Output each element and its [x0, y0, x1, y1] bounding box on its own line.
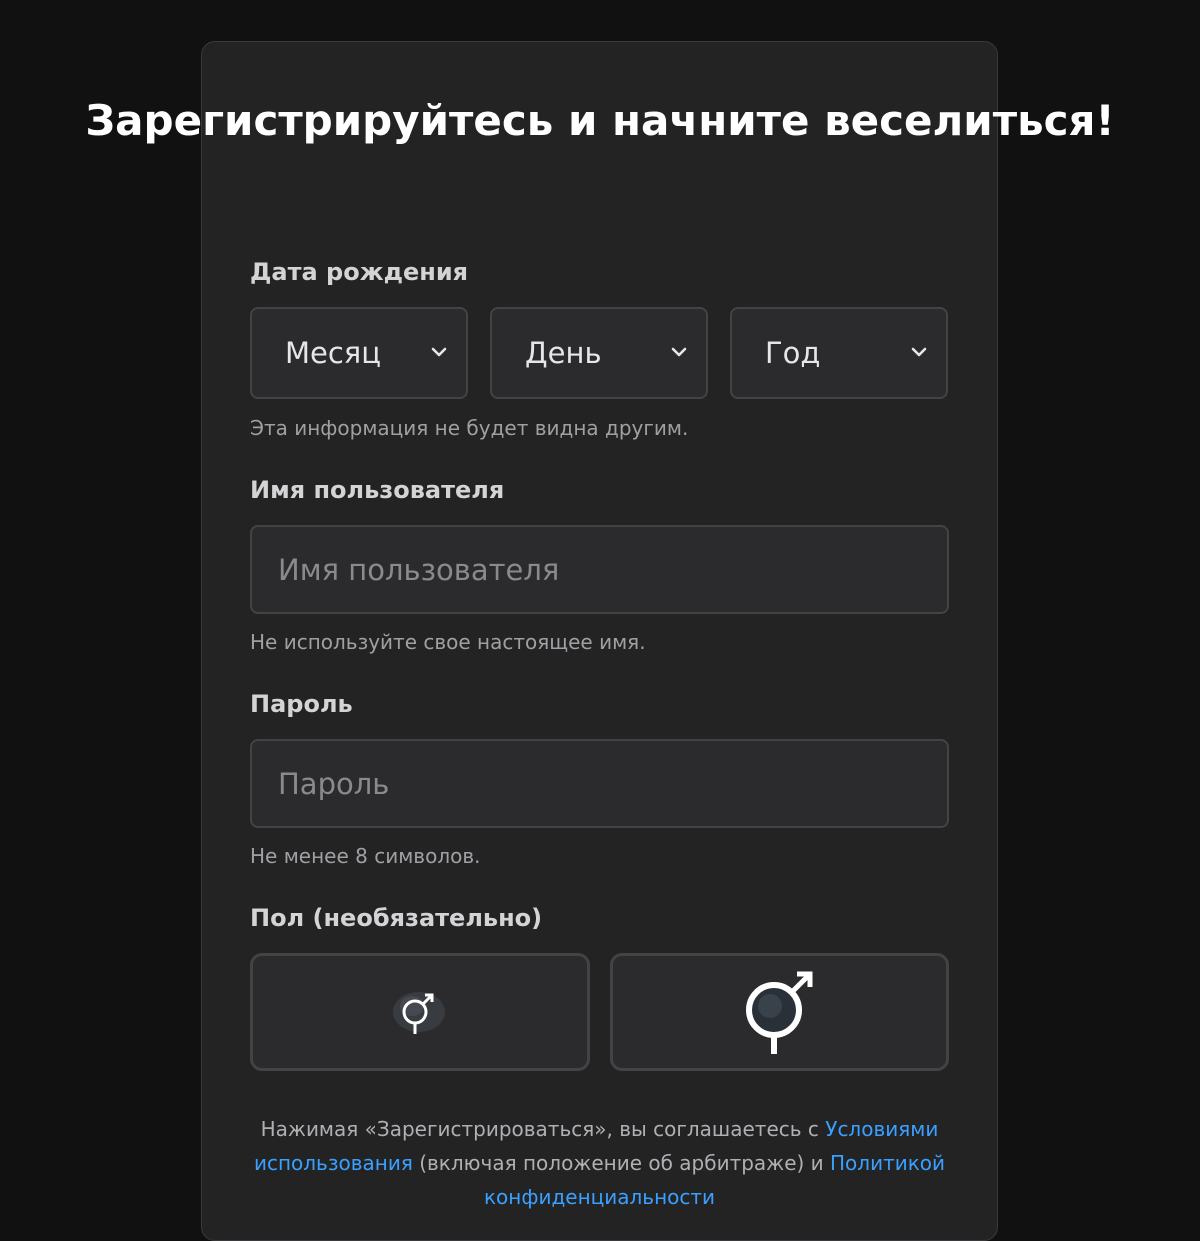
- username-hint: Не используйте свое настоящее имя.: [250, 630, 646, 654]
- day-value: День: [525, 336, 602, 370]
- username-input[interactable]: [250, 525, 949, 614]
- chevron-down-icon: [431, 347, 447, 357]
- month-dropdown[interactable]: Месяц: [250, 307, 468, 399]
- year-value: Год: [765, 336, 821, 370]
- year-dropdown[interactable]: Год: [730, 307, 948, 399]
- page-title: Зарегистрируйтесь и начните веселиться!: [85, 96, 1115, 145]
- gender-option-male[interactable]: [610, 953, 949, 1071]
- gender-option-female[interactable]: [250, 953, 590, 1071]
- password-label: Пароль: [250, 690, 353, 718]
- chevron-down-icon: [671, 347, 687, 357]
- day-dropdown[interactable]: День: [490, 307, 708, 399]
- password-hint: Не менее 8 символов.: [250, 844, 481, 868]
- gender-label: Пол (необязательно): [250, 904, 543, 932]
- chevron-down-icon: [911, 347, 927, 357]
- terms-middle: (включая положение об арбитраже) и: [412, 1151, 831, 1175]
- password-input[interactable]: [250, 739, 949, 828]
- birthday-label: Дата рождения: [250, 258, 469, 286]
- female-icon: [393, 992, 445, 1034]
- month-value: Месяц: [285, 336, 381, 370]
- terms-text: Нажимая «Зарегистрироваться», вы соглаша…: [250, 1112, 949, 1214]
- username-label: Имя пользователя: [250, 476, 505, 504]
- terms-prefix: Нажимая «Зарегистрироваться», вы соглаша…: [260, 1117, 826, 1141]
- male-icon: [745, 971, 812, 1054]
- birthday-hint: Эта информация не будет видна другим.: [250, 416, 689, 440]
